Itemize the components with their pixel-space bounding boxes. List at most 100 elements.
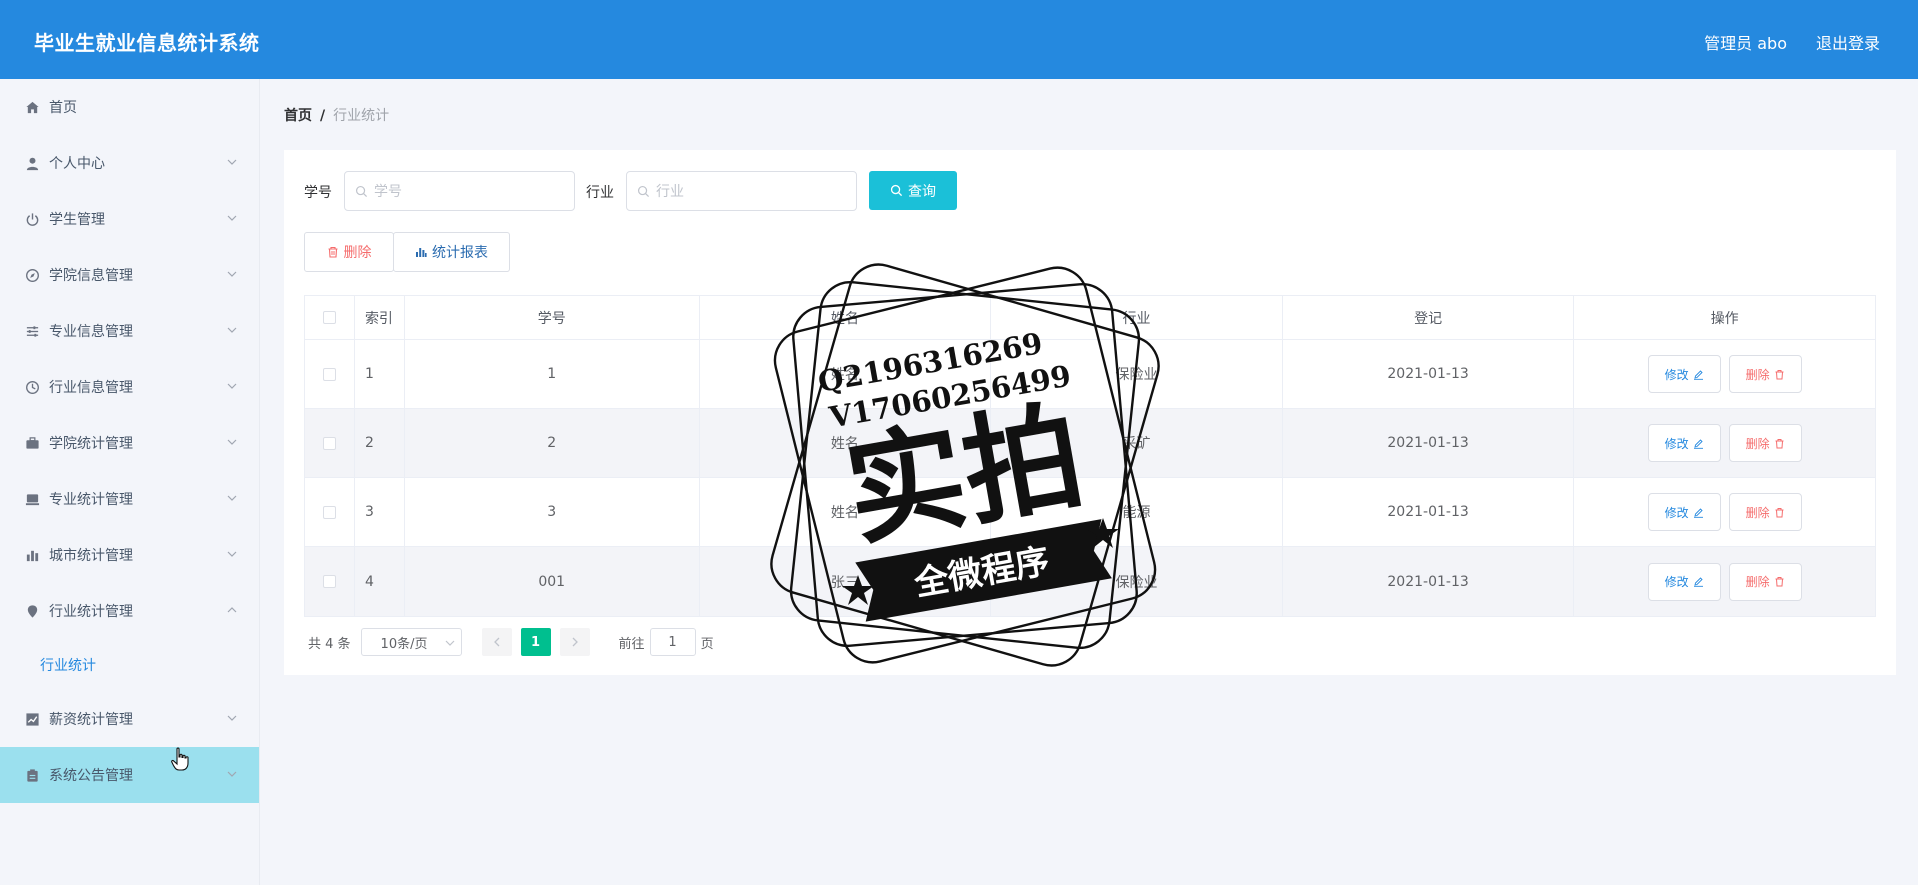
sidebar-item-personal-center[interactable]: 个人中心	[0, 135, 259, 191]
pagination: 共 4 条 10条/页 1 前往 1 页	[308, 628, 714, 656]
select-all-checkbox[interactable]	[322, 311, 336, 324]
sidebar-item-label: 学院统计管理	[49, 436, 133, 452]
delete-button[interactable]: 删除	[1728, 562, 1802, 601]
sidebar-item-salary-stats[interactable]: 薪资统计管理	[0, 691, 259, 747]
edit-icon	[1693, 507, 1703, 518]
delete-label: 删除	[1745, 367, 1770, 382]
cell-index: 2	[355, 409, 405, 477]
delete-label: 删除	[1745, 575, 1770, 589]
breadcrumb-home[interactable]: 首页	[284, 108, 312, 124]
sidebar-item-industry-stats[interactable]: 行业统计管理	[0, 583, 259, 639]
next-page-button[interactable]	[559, 628, 590, 656]
chevron-down-icon	[227, 383, 237, 389]
row-checkbox[interactable]	[322, 367, 336, 381]
sliders-icon	[24, 323, 40, 339]
sidebar-item-city-stats[interactable]: 城市统计管理	[0, 527, 259, 583]
row-select-cell	[305, 340, 355, 408]
sidebar-item-label: 学院信息管理	[49, 268, 133, 284]
sidebar-item-label: 城市统计管理	[49, 548, 133, 564]
cell-date: 2021-01-13	[1283, 547, 1575, 616]
cell-index: 3	[355, 478, 405, 546]
clock-icon	[24, 379, 40, 395]
delete-button[interactable]: 删除	[1728, 493, 1802, 531]
delete-button[interactable]: 删除	[1728, 355, 1802, 393]
row-checkbox[interactable]	[322, 436, 336, 450]
report-button-label: 统计报表	[432, 245, 488, 261]
cell-ops: 修改 删除	[1574, 478, 1875, 546]
cell-student-no: 001	[405, 547, 700, 616]
chevron-left-icon	[493, 637, 500, 647]
edit-button[interactable]: 修改	[1647, 355, 1721, 393]
current-user: 管理员 abo	[1704, 34, 1787, 53]
industry-label: 行业	[586, 185, 614, 201]
edit-button[interactable]: 修改	[1647, 424, 1721, 462]
sidebar-item-label: 学生管理	[49, 212, 105, 228]
trash-icon	[328, 246, 337, 258]
sidebar-item-major-stats[interactable]: 专业统计管理	[0, 471, 259, 527]
page-size-select[interactable]: 10条/页	[360, 628, 462, 656]
sidebar-item-students[interactable]: 学生管理	[0, 191, 259, 247]
header-ops: 操作	[1710, 310, 1739, 327]
row-select-cell	[305, 478, 355, 546]
row-checkbox[interactable]	[322, 575, 336, 588]
notice-icon	[24, 767, 40, 783]
sidebar-item-label: 专业统计管理	[49, 492, 133, 508]
batch-delete-button[interactable]: 删除	[304, 232, 394, 272]
goto-page-input[interactable]: 1	[649, 628, 696, 656]
cell-date: 2021-01-13	[1283, 478, 1575, 546]
trash-icon	[1775, 577, 1784, 587]
sidebar-item-notice[interactable]: 系统公告管理	[0, 747, 259, 803]
cell-ops: 修改 删除	[1574, 547, 1875, 616]
trash-icon	[1775, 438, 1784, 448]
edit-button[interactable]: 修改	[1647, 562, 1721, 601]
user-icon	[24, 155, 40, 171]
edit-label: 修改	[1664, 436, 1689, 451]
edit-icon	[1693, 369, 1703, 380]
header-index: 索引	[355, 296, 405, 339]
delete-button[interactable]: 删除	[1728, 424, 1802, 462]
row-checkbox[interactable]	[322, 505, 336, 519]
sidebar-item-industry-info[interactable]: 行业信息管理	[0, 359, 259, 415]
row-select-cell	[305, 409, 355, 477]
sidebar-item-home[interactable]: 首页	[0, 79, 259, 135]
watermark-stamp: Q2196316269 V17060256499 实拍 全微程序	[770, 263, 1160, 667]
chevron-down-icon	[227, 215, 237, 221]
breadcrumb-current: 行业统计	[333, 108, 390, 124]
page-number-current[interactable]: 1	[520, 628, 551, 656]
query-button[interactable]: 查询	[869, 171, 957, 210]
report-button[interactable]: 统计报表	[393, 232, 510, 272]
breadcrumb: 首页 / 行业统计	[284, 105, 389, 125]
cell-date: 2021-01-13	[1283, 340, 1575, 408]
bar-chart-icon	[416, 248, 427, 257]
trash-icon	[1775, 507, 1784, 517]
sidebar-item-college-stats[interactable]: 学院统计管理	[0, 415, 259, 471]
prev-page-button[interactable]	[481, 628, 512, 656]
logout-link[interactable]: 退出登录	[1816, 30, 1880, 54]
student-no-input[interactable]: 学号	[344, 171, 575, 211]
sidebar-item-label: 行业信息管理	[49, 380, 133, 396]
sidebar-item-label: 专业信息管理	[49, 324, 133, 340]
batch-delete-label: 删除	[343, 245, 372, 261]
chevron-up-icon	[227, 607, 237, 613]
chevron-down-icon	[227, 439, 237, 445]
edit-button[interactable]: 修改	[1647, 493, 1721, 531]
search-icon	[890, 184, 903, 197]
sidebar-subitem-industry-stats[interactable]: 行业统计	[0, 639, 259, 691]
line-chart-icon	[24, 711, 40, 727]
monitor-icon	[24, 491, 40, 507]
home-icon	[24, 99, 40, 115]
app-title: 毕业生就业信息统计系统	[34, 31, 260, 55]
sidebar-subitem-label: 行业统计	[40, 658, 96, 674]
sidebar-item-label: 薪资统计管理	[49, 712, 133, 728]
chevron-down-icon	[227, 715, 237, 721]
chevron-down-icon	[227, 327, 237, 333]
industry-input[interactable]: 行业	[626, 171, 857, 211]
delete-label: 删除	[1745, 505, 1770, 520]
header-date: 登记	[1283, 296, 1575, 339]
sidebar-item-college-info[interactable]: 学院信息管理	[0, 247, 259, 303]
goto-page: 前往 1 页	[619, 628, 714, 656]
sidebar-item-major-info[interactable]: 专业信息管理	[0, 303, 259, 359]
search-icon	[355, 185, 368, 197]
briefcase-icon	[24, 435, 40, 451]
sidebar-item-label: 行业统计管理	[49, 604, 133, 620]
